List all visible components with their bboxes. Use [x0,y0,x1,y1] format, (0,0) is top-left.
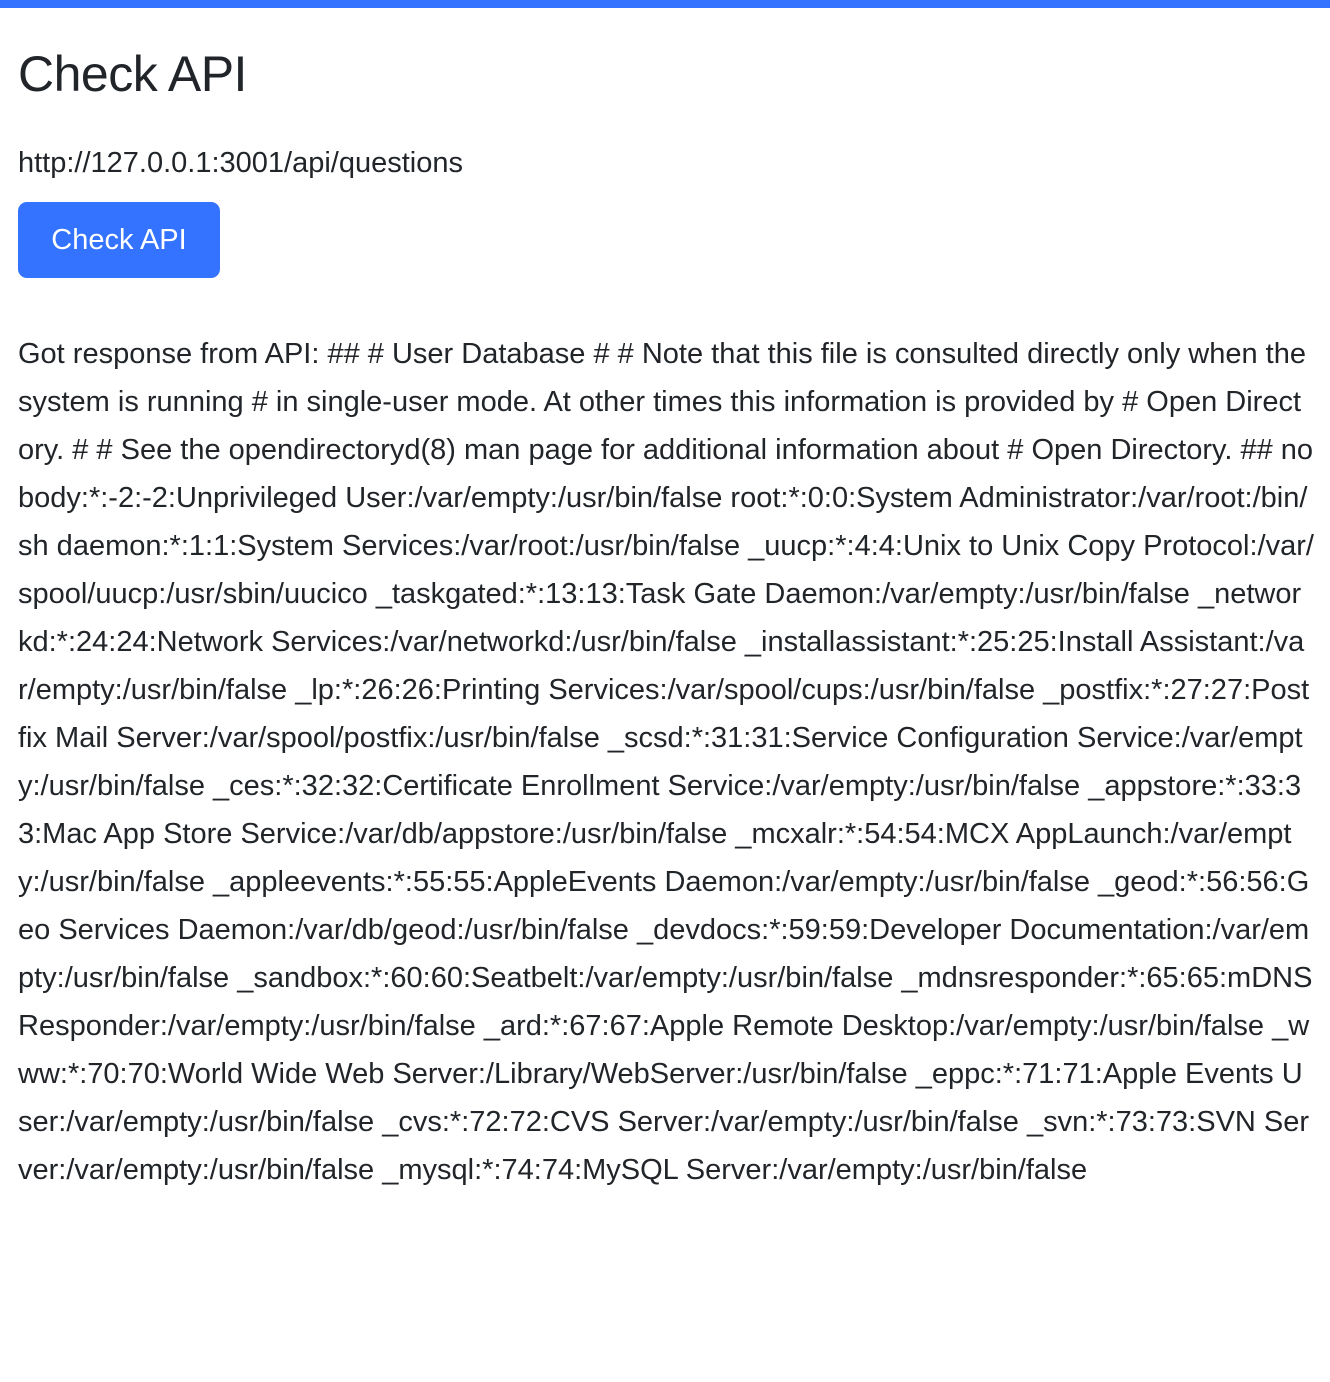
check-api-button[interactable]: Check API [18,202,220,278]
api-response-text: Got response from API: ## # User Databas… [18,338,1314,1186]
page-title: Check API [18,46,247,102]
api-url-text: http://127.0.0.1:3001/api/questions [18,147,464,179]
main-content: Check API http://127.0.0.1:3001/api/ques… [18,8,1314,1194]
top-accent-bar [0,0,1330,8]
